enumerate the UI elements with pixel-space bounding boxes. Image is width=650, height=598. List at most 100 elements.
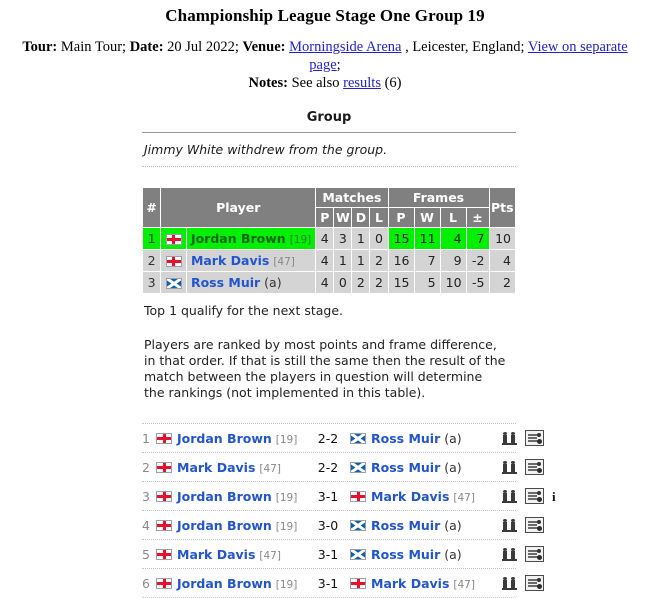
player-link[interactable]: Jordan Brown bbox=[191, 231, 286, 246]
flag-england-icon bbox=[156, 519, 172, 531]
venue-link[interactable]: Morningside Arena bbox=[289, 39, 401, 55]
player-link[interactable]: Mark Davis bbox=[191, 253, 269, 268]
player-link[interactable]: Mark Davis bbox=[177, 460, 255, 475]
player-link[interactable]: Mark Davis bbox=[371, 576, 449, 591]
flag-england-icon bbox=[156, 490, 172, 502]
row-matches-played: 4 bbox=[315, 271, 335, 294]
row-rank: 2 bbox=[141, 249, 162, 272]
col-group-frames: Frames bbox=[387, 187, 490, 208]
col-rank: # bbox=[141, 187, 162, 228]
player-link[interactable]: Ross Muir bbox=[371, 518, 440, 533]
match-actions bbox=[502, 430, 544, 446]
flag-england-icon bbox=[350, 577, 366, 589]
player-link[interactable]: Jordan Brown bbox=[177, 518, 272, 533]
match-away-player: Ross Muir (a) bbox=[350, 431, 500, 446]
row-matches-lost: 2 bbox=[369, 271, 389, 294]
row-frames-lost: 9 bbox=[439, 249, 467, 272]
flag-england-icon bbox=[350, 490, 366, 502]
info-icon[interactable]: i bbox=[552, 490, 556, 503]
match-number: 2 bbox=[142, 459, 150, 475]
scorecard-icon[interactable] bbox=[525, 546, 544, 562]
match-actions bbox=[502, 575, 544, 591]
notes-text: See also bbox=[291, 75, 340, 91]
flag-scotland-icon bbox=[350, 432, 366, 444]
head-to-head-icon[interactable] bbox=[502, 431, 517, 445]
notes-label: Notes: bbox=[248, 75, 288, 91]
row-matches-played: 4 bbox=[315, 249, 335, 272]
player-link[interactable]: Ross Muir bbox=[371, 431, 440, 446]
row-frames-played: 16 bbox=[387, 249, 415, 272]
col-matches-lost: L bbox=[369, 207, 389, 228]
col-frames-diff: ± bbox=[465, 207, 490, 228]
scorecard-icon[interactable] bbox=[525, 575, 544, 591]
standings-head: # Player Matches Frames Pts P W D L P W … bbox=[141, 187, 516, 228]
date-label: Date: bbox=[129, 39, 164, 55]
match-row: 5 Mark Davis [47] 3-1 Ross Muir (a) bbox=[142, 540, 544, 569]
flag-scotland-icon bbox=[165, 278, 182, 289]
meta-semicolon: ; bbox=[336, 57, 341, 73]
match-away-player: Ross Muir (a) bbox=[350, 547, 500, 562]
head-to-head-icon[interactable] bbox=[502, 576, 517, 590]
row-frames-played: 15 bbox=[387, 271, 415, 294]
player-link[interactable]: Ross Muir bbox=[371, 460, 440, 475]
scorecard-icon[interactable] bbox=[525, 517, 544, 533]
player-link[interactable]: Ross Muir bbox=[191, 275, 260, 290]
page-header: Championship League Stage One Group 19 T… bbox=[0, 0, 650, 92]
player-link[interactable]: Jordan Brown bbox=[177, 431, 272, 446]
head-to-head-icon[interactable] bbox=[502, 489, 517, 503]
match-row: 2 Mark Davis [47] 2-2 Ross Muir (a) bbox=[142, 453, 544, 482]
scorecard-icon[interactable] bbox=[525, 459, 544, 475]
flag-scotland-icon bbox=[350, 548, 366, 560]
match-home-player: Jordan Brown [19] bbox=[156, 576, 306, 591]
row-points: 2 bbox=[488, 271, 516, 294]
scorecard-icon[interactable] bbox=[525, 488, 544, 504]
standings-body: 1 Jordan Brown [19] 4 3 1 0 15 11 4 7 10 2 Mark Davi… bbox=[141, 227, 516, 294]
row-matches-lost: 2 bbox=[369, 249, 389, 272]
player-link[interactable]: Ross Muir bbox=[371, 547, 440, 562]
scorecard-icon[interactable] bbox=[525, 430, 544, 446]
head-to-head-icon[interactable] bbox=[502, 518, 517, 532]
row-matches-drawn: 1 bbox=[351, 227, 371, 250]
match-away-player: Ross Muir (a) bbox=[350, 518, 500, 533]
event-meta-line: Tour: Main Tour; Date: 20 Jul 2022; Venu… bbox=[0, 38, 650, 92]
match-away-player: Mark Davis [47] bbox=[350, 576, 500, 591]
col-matches-won: W bbox=[333, 207, 353, 228]
flag-england-icon bbox=[156, 461, 172, 473]
venue-location: , Leicester, England; bbox=[405, 39, 525, 55]
content-column: Group Jimmy White withdrew from the grou… bbox=[141, 110, 556, 598]
flag-england-icon bbox=[156, 577, 172, 589]
flag-england-icon bbox=[165, 234, 182, 245]
row-frames-won: 5 bbox=[413, 271, 441, 294]
row-frames-lost: 4 bbox=[439, 227, 467, 250]
player-link[interactable]: Mark Davis bbox=[371, 489, 449, 504]
table-row: 1 Jordan Brown [19] 4 3 1 0 15 11 4 7 10 bbox=[141, 227, 516, 250]
row-flag-cell bbox=[160, 271, 187, 294]
page-title: Championship League Stage One Group 19 bbox=[165, 6, 485, 25]
row-matches-lost: 0 bbox=[369, 227, 389, 250]
flag-scotland-icon bbox=[350, 519, 366, 531]
player-link[interactable]: Jordan Brown bbox=[177, 576, 272, 591]
flag-england-icon bbox=[165, 256, 182, 267]
head-to-head-icon[interactable] bbox=[502, 460, 517, 474]
results-link[interactable]: results bbox=[343, 75, 381, 91]
date-value: 20 Jul 2022; bbox=[167, 39, 239, 55]
withdrawal-note: Jimmy White withdrew from the group. bbox=[142, 133, 516, 167]
row-matches-drawn: 1 bbox=[351, 249, 371, 272]
match-score: 3-1 bbox=[317, 575, 339, 591]
player-link[interactable]: Mark Davis bbox=[177, 547, 255, 562]
row-points: 4 bbox=[488, 249, 516, 272]
head-to-head-icon[interactable] bbox=[502, 547, 517, 561]
row-player-cell: Jordan Brown [19] bbox=[185, 227, 317, 250]
player-link[interactable]: Jordan Brown bbox=[177, 489, 272, 504]
match-away-player: Mark Davis [47] bbox=[350, 489, 500, 504]
match-actions bbox=[502, 459, 544, 475]
match-actions bbox=[502, 546, 544, 562]
row-player-cell: Ross Muir (a) bbox=[185, 271, 317, 294]
row-frames-lost: 10 bbox=[439, 271, 467, 294]
row-matches-drawn: 2 bbox=[351, 271, 371, 294]
match-score: 2-2 bbox=[317, 430, 339, 446]
row-frames-diff: 7 bbox=[465, 227, 490, 250]
match-score: 3-0 bbox=[317, 517, 339, 533]
flag-england-icon bbox=[156, 548, 172, 560]
qualify-note: Top 1 qualify for the next stage. bbox=[144, 303, 343, 318]
